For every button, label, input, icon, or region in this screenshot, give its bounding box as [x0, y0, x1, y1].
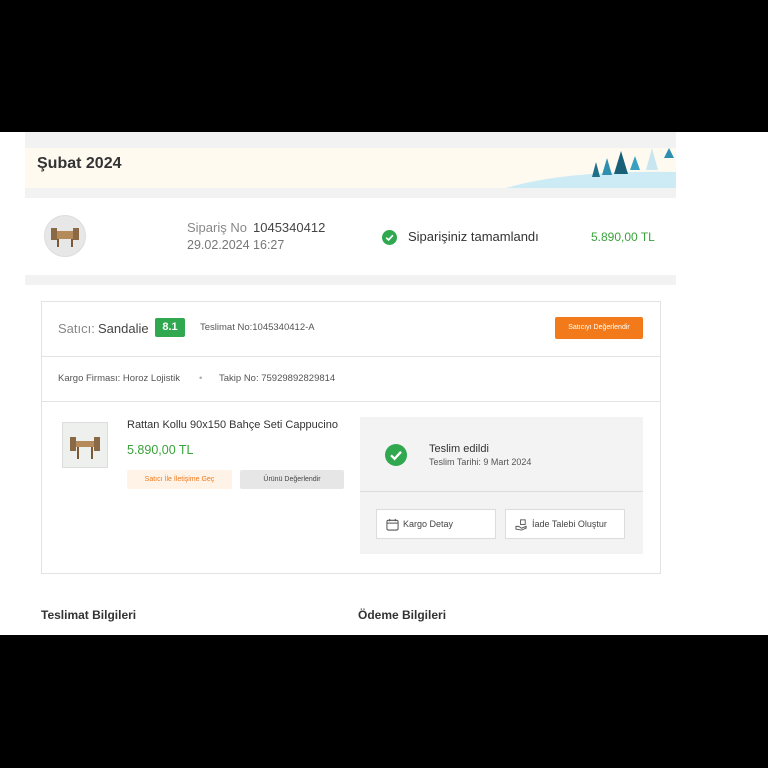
seller-row: Satıcı: Sandalie 8.1 Teslimat No:1045340…: [42, 302, 660, 357]
order-product-thumbnail: [44, 215, 86, 257]
order-number-label: Sipariş No: [187, 220, 247, 235]
return-request-label: İade Talebi Oluştur: [532, 519, 607, 529]
product-image[interactable]: [62, 422, 108, 468]
contact-seller-button[interactable]: Satıcı İle İletişime Geç: [127, 470, 232, 489]
return-request-button[interactable]: İade Talebi Oluştur: [505, 509, 625, 539]
delivered-status: Teslim edildi: [429, 443, 489, 455]
rate-product-button[interactable]: Ürünü Değerlendir: [240, 470, 344, 489]
browser-viewport: Şubat 2024 Sipariş No 1045340412 29.02.2…: [0, 132, 768, 635]
order-total: 5.890,00 TL: [591, 230, 655, 244]
cargo-firm: Kargo Firması: Horoz Lojistik: [58, 373, 180, 384]
rate-seller-button[interactable]: Satıcıyı Değerlendir: [555, 317, 643, 339]
order-number: 1045340412: [253, 220, 326, 235]
orders-page: Şubat 2024 Sipariş No 1045340412 29.02.2…: [25, 132, 676, 635]
cargo-row: Kargo Firması: Horoz Lojistik • Takip No…: [42, 357, 660, 402]
check-circle-icon: [385, 444, 407, 466]
cargo-detail-label: Kargo Detay: [403, 519, 454, 529]
check-circle-icon: [382, 230, 397, 245]
separator-dot: •: [199, 373, 203, 384]
calendar-icon: [386, 518, 399, 531]
garden-set-image: [51, 228, 79, 247]
cargo-detail-button[interactable]: Kargo Detay: [376, 509, 496, 539]
shipment-box: Satıcı: Sandalie 8.1 Teslimat No:1045340…: [41, 301, 661, 574]
delivery-number: Teslimat No:1045340412-A: [200, 322, 315, 333]
winter-trees-illustration: [506, 148, 676, 188]
order-date: 29.02.2024 16:27: [187, 238, 285, 252]
tracking-number[interactable]: Takip No: 75929892829814: [219, 373, 335, 384]
month-header: Şubat 2024: [25, 148, 676, 188]
order-summary-card[interactable]: Sipariş No 1045340412 29.02.2024 16:27 S…: [25, 198, 676, 275]
product-name[interactable]: Rattan Kollu 90x150 Bahçe Seti Cappucino: [127, 419, 338, 431]
delivered-date: Teslim Tarihi: 9 Mart 2024: [429, 457, 532, 467]
garden-set-image: [63, 423, 107, 467]
return-hand-icon: [515, 519, 527, 531]
order-detail-card: Satıcı: Sandalie 8.1 Teslimat No:1045340…: [25, 285, 676, 635]
delivery-status-header: Teslim edildi Teslim Tarihi: 9 Mart 2024: [360, 417, 643, 492]
delivery-status-panel: Teslim edildi Teslim Tarihi: 9 Mart 2024…: [360, 417, 643, 554]
month-title: Şubat 2024: [37, 155, 122, 172]
page-gutter: [676, 132, 768, 635]
payment-info-heading: Ödeme Bilgileri: [358, 608, 447, 622]
seller-score-badge: 8.1: [155, 318, 185, 337]
delivery-info-heading: Teslimat Bilgileri: [41, 608, 137, 622]
seller-prefix: Satıcı:: [58, 321, 95, 336]
seller-name[interactable]: Sandalie: [98, 321, 149, 336]
product-price: 5.890,00 TL: [127, 443, 194, 457]
order-status-text: Siparişiniz tamamlandı: [408, 229, 539, 244]
